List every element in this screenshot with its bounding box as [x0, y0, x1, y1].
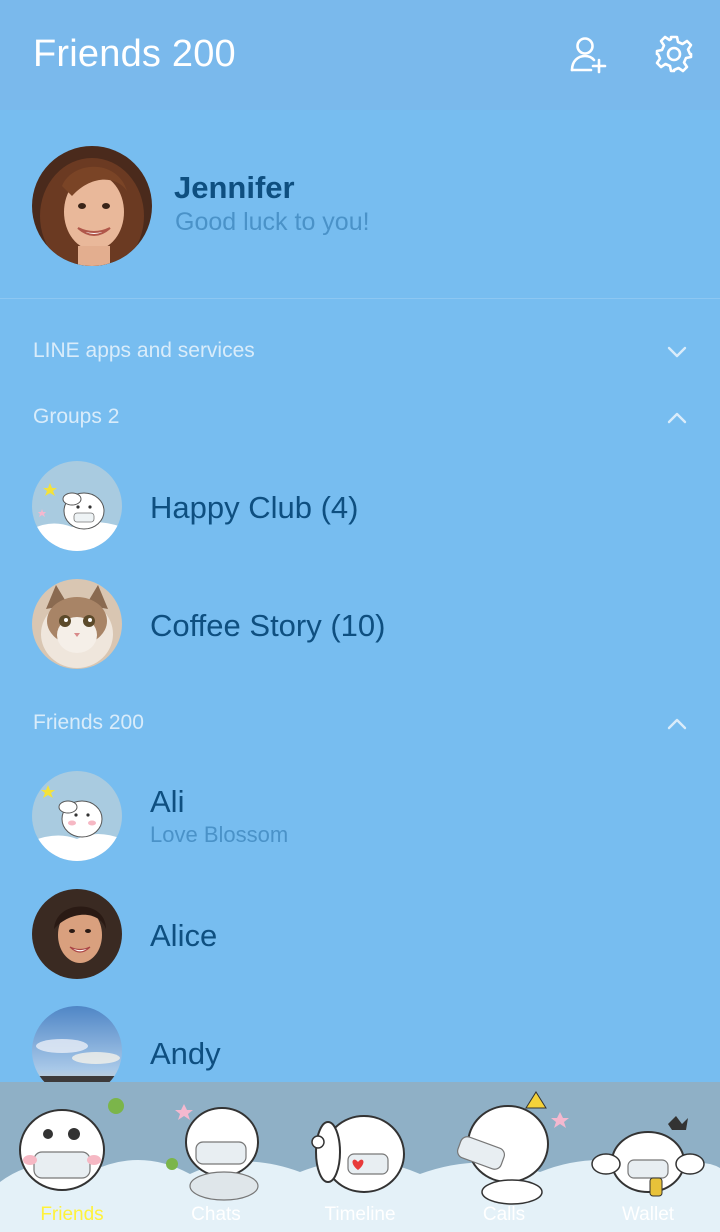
- section-header-friends[interactable]: Friends 200: [33, 711, 144, 735]
- tab-wallet[interactable]: Wallet: [576, 1082, 720, 1232]
- friend-name: Alice: [150, 918, 218, 953]
- chevron-up-icon[interactable]: [666, 717, 688, 731]
- section-header-services[interactable]: LINE apps and services: [33, 339, 255, 363]
- tab-friends[interactable]: Friends: [0, 1082, 144, 1232]
- top-bar: Friends 200: [0, 0, 720, 110]
- my-profile[interactable]: Jennifer Good luck to you!: [0, 110, 720, 298]
- chevron-down-icon[interactable]: [666, 345, 688, 359]
- gear-icon[interactable]: [654, 34, 694, 74]
- profile-name: Jennifer: [174, 170, 295, 205]
- tab-chats[interactable]: Chats: [144, 1082, 288, 1232]
- friend-avatar[interactable]: [32, 889, 122, 979]
- add-user-icon[interactable]: [568, 34, 608, 74]
- profile-status-message: Good luck to you!: [175, 208, 370, 236]
- tab-timeline[interactable]: Timeline: [288, 1082, 432, 1232]
- chevron-up-icon[interactable]: [666, 411, 688, 425]
- group-avatar[interactable]: [32, 579, 122, 669]
- friend-name: Andy: [150, 1036, 221, 1071]
- divider: [0, 298, 720, 299]
- friend-name: Ali: [150, 784, 185, 819]
- friend-avatar[interactable]: [32, 771, 122, 861]
- tab-label: Timeline: [324, 1204, 396, 1225]
- page-title: Friends 200: [33, 33, 236, 75]
- tab-label: Chats: [191, 1204, 241, 1225]
- section-header-groups[interactable]: Groups 2: [33, 405, 119, 429]
- tab-label: Friends: [40, 1204, 104, 1225]
- tab-calls[interactable]: Calls: [432, 1082, 576, 1232]
- profile-avatar[interactable]: [32, 146, 152, 266]
- group-avatar[interactable]: [32, 461, 122, 551]
- group-name: Happy Club (4): [150, 490, 359, 525]
- friend-status-message: Love Blossom: [150, 822, 289, 847]
- tab-label: Wallet: [621, 1204, 675, 1225]
- group-name: Coffee Story (10): [150, 608, 386, 643]
- bottom-tab-bar: Friends Chats Timeline Calls Wallet: [0, 1082, 720, 1232]
- tab-label: Calls: [482, 1204, 526, 1225]
